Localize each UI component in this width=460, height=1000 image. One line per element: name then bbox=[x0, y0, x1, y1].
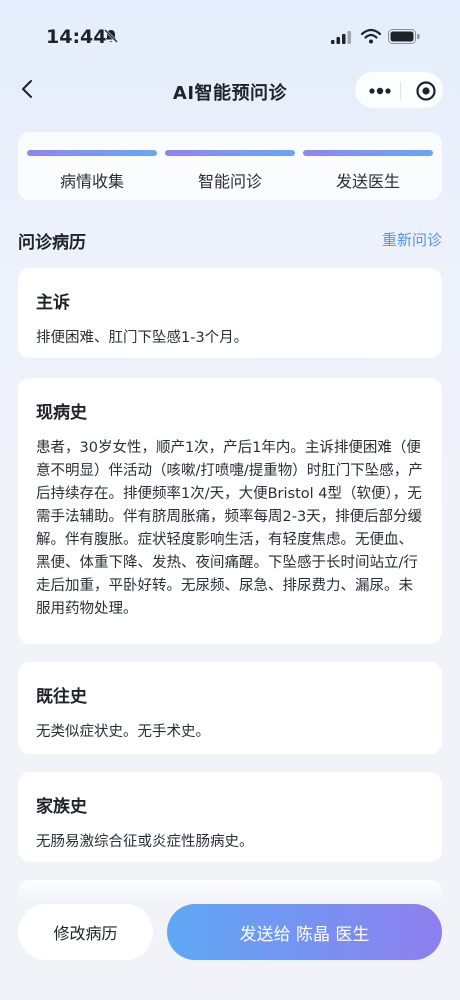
card-title: 家族史 bbox=[36, 797, 87, 817]
status-bar: 14:44 bbox=[0, 0, 460, 70]
step-label: 病情收集 bbox=[59, 172, 124, 191]
card-body: 无类似症状史。无手术史。 bbox=[36, 724, 210, 740]
step-collect: 病情收集 bbox=[27, 132, 157, 200]
section-header: 问诊病历 重新问诊 bbox=[18, 226, 442, 253]
section-title: 问诊病历 bbox=[18, 233, 86, 253]
step-label: 发送医生 bbox=[335, 172, 400, 191]
progress-steps: 病情收集 智能问诊 发送医生 bbox=[18, 132, 442, 200]
step-bar bbox=[303, 150, 433, 156]
bell-muted-icon bbox=[104, 29, 118, 43]
past-history-card: 既往史 无类似症状史。无手术史。 bbox=[18, 662, 442, 754]
status-time: 14:44 bbox=[46, 26, 107, 48]
more-dots-icon[interactable] bbox=[367, 81, 393, 101]
restart-consultation-link[interactable]: 重新问诊 bbox=[382, 229, 442, 250]
card-title: 既往史 bbox=[36, 687, 87, 707]
card-title: 主诉 bbox=[36, 293, 70, 313]
mini-program-capsule bbox=[354, 71, 444, 109]
step-bar bbox=[27, 150, 157, 156]
edit-record-button[interactable]: 修改病历 bbox=[18, 904, 153, 960]
step-label: 智能问诊 bbox=[197, 172, 262, 191]
capsule-divider bbox=[400, 82, 401, 100]
card-title: 现病史 bbox=[36, 403, 87, 423]
cellular-signal-icon bbox=[331, 31, 351, 44]
battery-icon bbox=[388, 29, 420, 44]
present-illness-card: 现病史 患者，30岁女性，顺产1次，产后1年内。主诉排便困难（便意不明显）伴活动… bbox=[18, 378, 442, 644]
step-consult: 智能问诊 bbox=[165, 132, 295, 200]
step-bar bbox=[165, 150, 295, 156]
card-body: 排便困难、肛门下坠感1-3个月。 bbox=[36, 330, 249, 346]
family-history-card: 家族史 无肠易激综合征或炎症性肠病史。 bbox=[18, 772, 442, 862]
wifi-icon bbox=[361, 28, 381, 44]
card-body: 患者，30岁女性，顺产1次，产后1年内。主诉排便困难（便意不明显）伴活动（咳嗽/… bbox=[36, 440, 423, 617]
step-send: 发送医生 bbox=[303, 132, 433, 200]
send-to-doctor-button[interactable]: 发送给 陈晶 医生 bbox=[167, 904, 442, 960]
navigation-bar: AI智能预问诊 bbox=[0, 70, 460, 110]
chief-complaint-card: 主诉 排便困难、肛门下坠感1-3个月。 bbox=[18, 268, 442, 358]
card-body: 无肠易激综合征或炎症性肠病史。 bbox=[36, 834, 254, 850]
close-target-icon[interactable] bbox=[415, 80, 437, 102]
bottom-action-bar: 修改病历 发送给 陈晶 医生 bbox=[0, 880, 460, 1000]
